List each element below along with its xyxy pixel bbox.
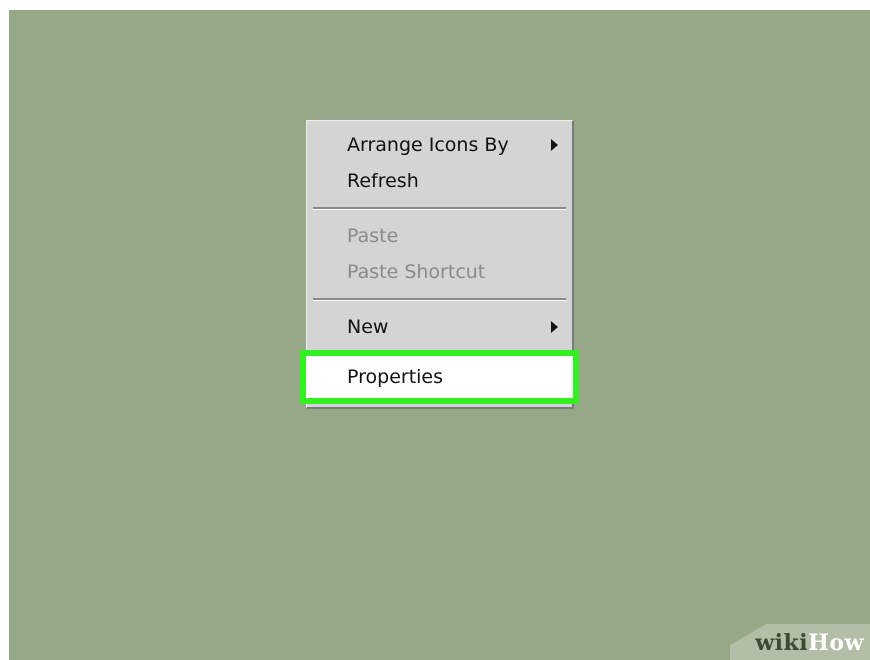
menu-item-label: Paste Shortcut bbox=[347, 261, 486, 283]
menu-item-label: Refresh bbox=[347, 170, 419, 192]
menu-item-arrange-icons-by[interactable]: Arrange Icons By bbox=[307, 127, 572, 163]
menu-item-paste-shortcut: Paste Shortcut bbox=[307, 254, 572, 290]
watermark-wiki: wiki bbox=[755, 630, 809, 656]
watermark-logo: wikiHow bbox=[755, 630, 864, 656]
menu-separator bbox=[313, 207, 566, 210]
menu-separator bbox=[313, 298, 566, 301]
watermark-how: How bbox=[808, 630, 864, 656]
menu-item-refresh[interactable]: Refresh bbox=[307, 163, 572, 199]
wikihow-watermark: wikiHow bbox=[720, 618, 870, 660]
menu-item-paste: Paste bbox=[307, 218, 572, 254]
submenu-arrow-icon bbox=[551, 321, 558, 333]
context-menu: Arrange Icons By Refresh Paste Paste Sho… bbox=[300, 120, 579, 409]
menu-item-label: Paste bbox=[347, 225, 399, 247]
menu-item-properties[interactable]: Properties bbox=[300, 350, 579, 404]
menu-item-new[interactable]: New bbox=[307, 309, 572, 345]
submenu-arrow-icon bbox=[551, 139, 558, 151]
menu-item-label: Properties bbox=[347, 366, 444, 388]
menu-item-label: New bbox=[347, 316, 389, 338]
menu-item-label: Arrange Icons By bbox=[347, 134, 509, 156]
desktop-background[interactable]: Arrange Icons By Refresh Paste Paste Sho… bbox=[9, 10, 870, 660]
